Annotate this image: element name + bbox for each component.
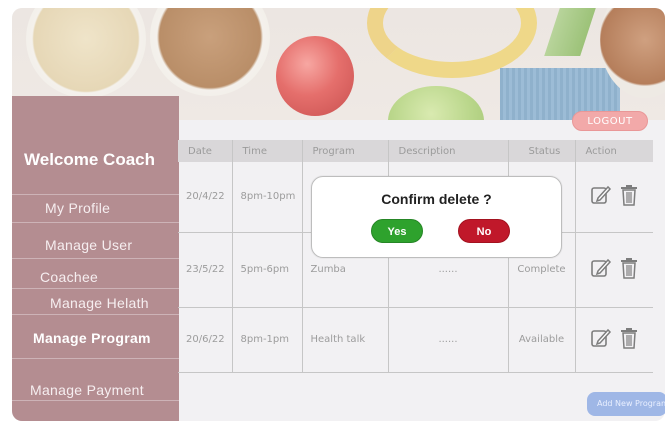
sidebar-item-manage-program[interactable]: Manage Program [33, 330, 151, 346]
sidebar: Welcome Coach My Profile Manage User Coa… [12, 96, 179, 421]
cell-date: 23/5/22 [178, 232, 233, 308]
trash-icon[interactable] [619, 184, 639, 209]
edit-icon[interactable] [590, 257, 612, 282]
cell-time: 8pm-1pm [232, 307, 303, 373]
trash-icon[interactable] [619, 327, 639, 352]
red-apple-image [276, 36, 354, 116]
sidebar-divider [12, 288, 179, 289]
sidebar-divider [12, 258, 179, 259]
add-new-program-button[interactable]: Add New Program [587, 392, 665, 416]
cell-action [575, 162, 653, 233]
yes-button[interactable]: Yes [371, 219, 423, 243]
sidebar-item-coachee[interactable]: Coachee [40, 269, 98, 285]
oats-bowl-image [26, 8, 146, 98]
sidebar-divider [12, 194, 179, 195]
sidebar-divider [12, 314, 179, 315]
logout-button[interactable]: LOGOUT [572, 111, 648, 131]
cell-date: 20/4/22 [178, 162, 233, 233]
table-row: 20/6/22 8pm-1pm Health talk ...... Avail… [178, 307, 653, 373]
cell-program: Health talk [302, 307, 389, 373]
edit-icon[interactable] [590, 327, 612, 352]
table-header-row: Date Time Program Description Status Act… [178, 140, 653, 162]
column-header-status: Status [508, 140, 576, 162]
sidebar-item-my-profile[interactable]: My Profile [45, 200, 110, 216]
confirm-delete-dialog: Confirm delete ? Yes No [311, 176, 562, 258]
nuts-bowl-image [150, 8, 270, 96]
sidebar-divider [12, 358, 179, 359]
cell-date: 20/6/22 [178, 307, 233, 373]
cell-time: 8pm-10pm [232, 162, 303, 233]
no-button[interactable]: No [458, 219, 510, 243]
column-header-time: Time [232, 140, 303, 162]
column-header-date: Date [178, 140, 233, 162]
dialog-title: Confirm delete ? [381, 191, 492, 207]
edit-icon[interactable] [590, 184, 612, 209]
cell-status: Available [508, 307, 576, 373]
trash-icon[interactable] [619, 257, 639, 282]
cell-action [575, 307, 653, 373]
cell-action [575, 232, 653, 308]
column-header-description: Description [388, 140, 509, 162]
celery-image [544, 8, 596, 56]
column-header-program: Program [302, 140, 389, 162]
sidebar-item-manage-health[interactable]: Manage Helath [50, 295, 149, 311]
sidebar-divider [12, 400, 179, 401]
sidebar-item-manage-payment[interactable]: Manage Payment [30, 382, 144, 398]
cell-time: 5pm-6pm [232, 232, 303, 308]
welcome-heading: Welcome Coach [24, 150, 156, 169]
column-header-action: Action [575, 140, 653, 162]
green-apple-image [388, 86, 484, 120]
sidebar-divider [12, 222, 179, 223]
sidebar-item-manage-user[interactable]: Manage User [45, 237, 132, 253]
cell-description: ...... [388, 307, 509, 373]
